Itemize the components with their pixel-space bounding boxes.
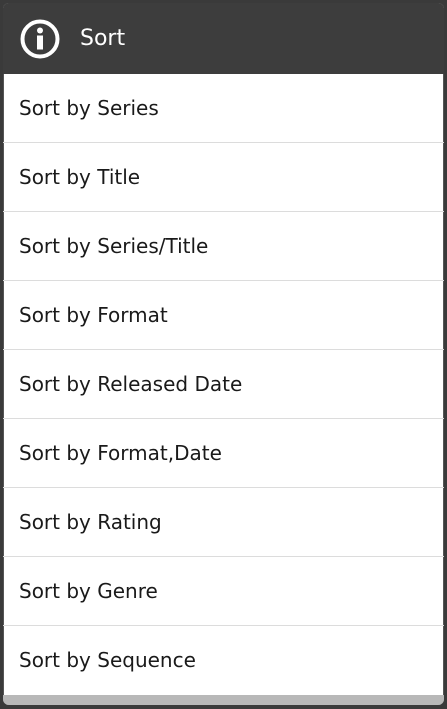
sort-option-genre[interactable]: Sort by Genre [3,557,444,626]
sort-option-released-date[interactable]: Sort by Released Date [3,350,444,419]
sort-option-series[interactable]: Sort by Series [3,74,444,143]
sort-options-list: Sort by Series Sort by Title Sort by Ser… [3,74,444,694]
sort-option-sequence[interactable]: Sort by Sequence [3,626,444,694]
dialog-title: Sort [80,26,126,51]
sort-option-format[interactable]: Sort by Format [3,281,444,350]
sort-dialog: Sort Sort by Series Sort by Title Sort b… [3,3,444,705]
dialog-bottom-edge [3,695,444,705]
sort-option-format-date[interactable]: Sort by Format,Date [3,419,444,488]
sort-option-rating[interactable]: Sort by Rating [3,488,444,557]
sort-option-series-title[interactable]: Sort by Series/Title [3,212,444,281]
dialog-title-bar: Sort [3,3,444,74]
info-icon [20,19,60,59]
sort-option-title[interactable]: Sort by Title [3,143,444,212]
